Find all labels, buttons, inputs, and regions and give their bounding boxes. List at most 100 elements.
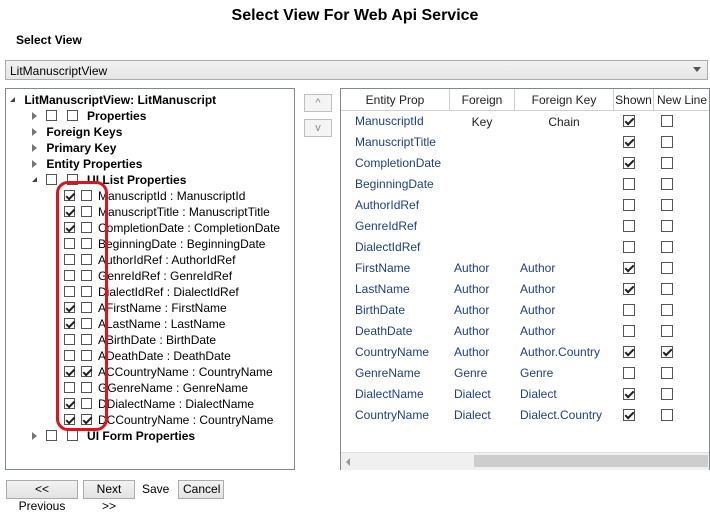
grid-newline-checkbox[interactable] (661, 283, 673, 295)
newline-checkbox[interactable] (81, 318, 92, 330)
list-property-item[interactable]: AFirstName : FirstName (64, 299, 227, 315)
save-button[interactable]: Save (142, 480, 169, 499)
newline-checkbox[interactable] (81, 286, 92, 298)
grid-entity-prop[interactable]: ManuscriptTitle (355, 132, 436, 152)
grid-shown-checkbox[interactable] (623, 283, 635, 295)
list-property-item[interactable]: GenreIdRef : GenreIdRef (64, 267, 232, 283)
column-header[interactable]: Shown (614, 89, 654, 111)
newline-checkbox[interactable] (81, 238, 92, 250)
grid-foreign-key-chain[interactable]: Author (520, 279, 555, 299)
list-property-item[interactable]: DialectIdRef : DialectIdRef (64, 283, 239, 299)
property-grid[interactable]: Entity Prop Foreign Key Foreign Key Chai… (340, 88, 710, 470)
grid-newline-checkbox[interactable] (661, 304, 673, 316)
newline-checkbox[interactable] (81, 334, 92, 346)
grid-foreign-key[interactable]: Author (454, 258, 489, 278)
grid-shown-checkbox[interactable] (623, 409, 635, 421)
grid-foreign-key-chain[interactable]: Dialect.Country (520, 405, 602, 425)
shown-checkbox[interactable] (64, 350, 75, 362)
grid-entity-prop[interactable]: DialectName (355, 384, 424, 404)
list-property-item[interactable]: ManuscriptId : ManuscriptId (64, 187, 245, 203)
list-property-item[interactable]: GGenreName : GenreName (64, 379, 248, 395)
grid-foreign-key[interactable]: Author (454, 342, 489, 362)
grid-newline-checkbox[interactable] (661, 346, 673, 358)
shown-checkbox[interactable] (64, 366, 75, 378)
grid-newline-checkbox[interactable] (661, 409, 673, 421)
grid-entity-prop[interactable]: LastName (355, 279, 410, 299)
grid-entity-prop[interactable]: CompletionDate (355, 153, 441, 173)
list-property-item[interactable]: ADeathDate : DeathDate (64, 347, 231, 363)
collapse-icon[interactable] (32, 143, 37, 152)
grid-foreign-key-chain[interactable]: Author (520, 321, 555, 341)
chevron-down-icon[interactable] (693, 67, 701, 72)
grid-foreign-key[interactable]: Author (454, 300, 489, 320)
grid-shown-checkbox[interactable] (623, 220, 635, 232)
shown-checkbox[interactable] (64, 334, 75, 346)
view-select[interactable]: LitManuscriptView (5, 60, 708, 80)
grid-foreign-key-chain[interactable]: Genre (520, 363, 553, 383)
shown-checkbox[interactable] (64, 206, 75, 218)
collapse-icon[interactable] (32, 111, 37, 120)
grid-entity-prop[interactable]: FirstName (355, 258, 410, 278)
tree-node-entity-properties[interactable]: Entity Properties (32, 155, 142, 171)
tree-node-properties[interactable]: Properties (32, 107, 146, 123)
newline-checkbox[interactable] (81, 190, 92, 202)
newline-checkbox[interactable] (81, 222, 92, 234)
grid-shown-checkbox[interactable] (623, 178, 635, 190)
checkbox[interactable] (66, 430, 78, 442)
shown-checkbox[interactable] (64, 414, 75, 426)
grid-shown-checkbox[interactable] (623, 388, 635, 400)
grid-shown-checkbox[interactable] (623, 136, 635, 148)
grid-foreign-key-chain[interactable]: Author.Country (520, 342, 600, 362)
cancel-button[interactable]: Cancel (178, 480, 224, 499)
grid-foreign-key-chain[interactable]: Author (520, 300, 555, 320)
grid-entity-prop[interactable]: CountryName (355, 405, 429, 425)
grid-newline-checkbox[interactable] (661, 388, 673, 400)
column-header[interactable]: Entity Prop (341, 89, 450, 111)
move-down-button[interactable]: v (304, 119, 332, 137)
scrollbar-thumb[interactable] (474, 455, 708, 467)
list-property-item[interactable]: ABirthDate : BirthDate (64, 331, 216, 347)
checkbox[interactable] (46, 174, 58, 186)
newline-checkbox[interactable] (81, 302, 92, 314)
newline-checkbox[interactable] (81, 254, 92, 266)
newline-checkbox[interactable] (81, 398, 92, 410)
grid-entity-prop[interactable]: ManuscriptId (355, 111, 424, 131)
shown-checkbox[interactable] (64, 238, 75, 250)
list-property-item[interactable]: CompletionDate : CompletionDate (64, 219, 280, 235)
grid-shown-checkbox[interactable] (623, 199, 635, 211)
list-property-item[interactable]: AuthorIdRef : AuthorIdRef (64, 251, 235, 267)
next-button[interactable]: Next >> (83, 480, 135, 513)
grid-shown-checkbox[interactable] (623, 157, 635, 169)
grid-newline-checkbox[interactable] (661, 199, 673, 211)
grid-shown-checkbox[interactable] (623, 367, 635, 379)
shown-checkbox[interactable] (64, 270, 75, 282)
newline-checkbox[interactable] (81, 414, 92, 426)
grid-foreign-key[interactable]: Dialect (454, 384, 491, 404)
tree-node-ui-form-properties[interactable]: UI Form Properties (32, 427, 195, 443)
list-property-item[interactable]: DCCountryName : CountryName (64, 411, 273, 427)
grid-newline-checkbox[interactable] (661, 115, 673, 127)
grid-shown-checkbox[interactable] (623, 115, 635, 127)
grid-entity-prop[interactable]: BirthDate (355, 300, 405, 320)
grid-shown-checkbox[interactable] (623, 241, 635, 253)
shown-checkbox[interactable] (64, 302, 75, 314)
collapse-icon[interactable] (32, 127, 37, 136)
move-up-button[interactable]: ^ (304, 94, 332, 112)
grid-newline-checkbox[interactable] (661, 367, 673, 379)
scroll-left-icon[interactable] (346, 458, 350, 466)
expand-icon[interactable] (32, 177, 37, 183)
previous-button[interactable]: << Previous (6, 480, 78, 513)
newline-checkbox[interactable] (81, 382, 92, 394)
grid-newline-checkbox[interactable] (661, 262, 673, 274)
checkbox[interactable] (46, 110, 58, 122)
grid-newline-checkbox[interactable] (661, 178, 673, 190)
shown-checkbox[interactable] (64, 318, 75, 330)
shown-checkbox[interactable] (64, 190, 75, 202)
grid-entity-prop[interactable]: DialectIdRef (355, 237, 420, 257)
tree-node-foreign-keys[interactable]: Foreign Keys (32, 123, 122, 139)
newline-checkbox[interactable] (81, 350, 92, 362)
grid-newline-checkbox[interactable] (661, 157, 673, 169)
grid-entity-prop[interactable]: AuthorIdRef (355, 195, 419, 215)
grid-entity-prop[interactable]: GenreIdRef (355, 216, 417, 236)
grid-foreign-key-chain[interactable]: Author (520, 258, 555, 278)
